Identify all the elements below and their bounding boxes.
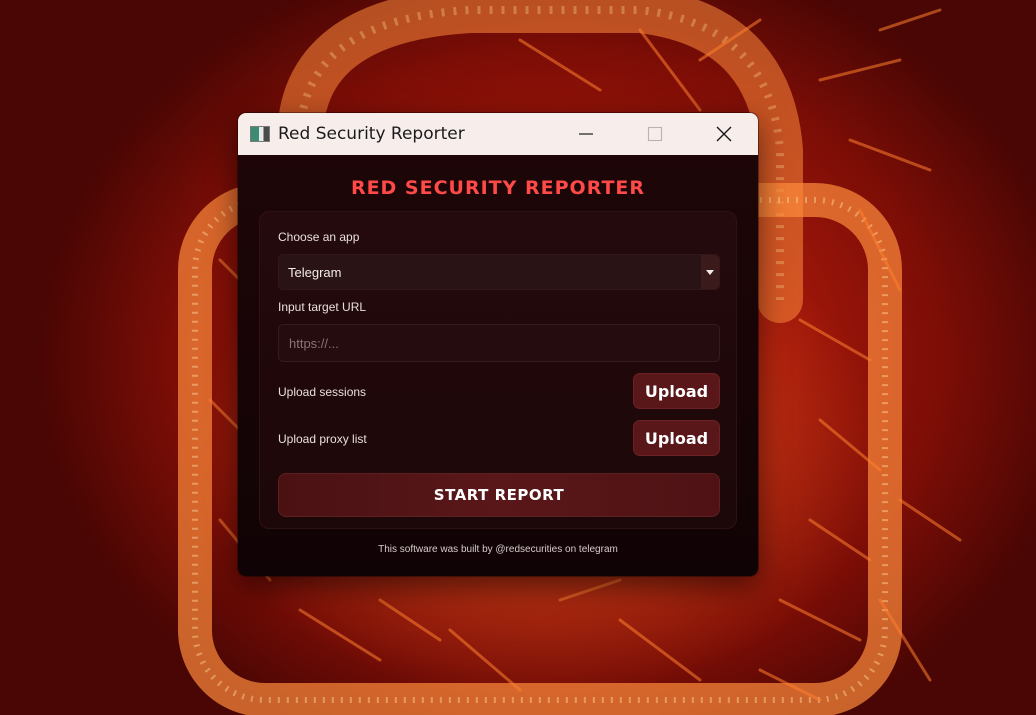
app-window-icon xyxy=(250,126,270,142)
choose-app-label: Choose an app xyxy=(278,230,360,244)
target-url-input[interactable] xyxy=(278,324,720,362)
close-icon xyxy=(716,126,731,142)
upload-proxy-button[interactable]: Upload xyxy=(633,420,720,456)
desktop-background: Red Security Reporter RED SECURITY REPOR… xyxy=(0,0,1036,715)
target-url-label: Input target URL xyxy=(278,300,367,314)
app-select[interactable]: Telegram xyxy=(278,254,720,290)
window-content: RED SECURITY REPORTER Choose an app Tele… xyxy=(238,155,758,576)
close-button[interactable] xyxy=(689,113,758,155)
window-controls xyxy=(551,113,758,155)
app-window: Red Security Reporter RED SECURITY REPOR… xyxy=(238,113,758,576)
minimize-button[interactable] xyxy=(551,113,620,155)
app-select-value: Telegram xyxy=(288,264,342,280)
upload-sessions-button[interactable]: Upload xyxy=(633,373,720,409)
upload-proxy-label: Upload proxy list xyxy=(278,432,367,446)
caret-down-icon xyxy=(706,269,714,275)
start-report-button[interactable]: START REPORT xyxy=(278,473,720,517)
footer-credit: This software was built by @redsecuritie… xyxy=(378,544,618,555)
maximize-button[interactable] xyxy=(620,113,689,155)
maximize-icon xyxy=(647,126,662,142)
title-bar[interactable]: Red Security Reporter xyxy=(238,113,758,155)
window-title: Red Security Reporter xyxy=(278,124,465,144)
upload-sessions-label: Upload sessions xyxy=(278,385,367,399)
form-panel: Choose an app Telegram Input target URL … xyxy=(259,211,737,529)
app-heading: RED SECURITY REPORTER xyxy=(350,177,646,199)
minimize-icon xyxy=(578,133,593,135)
dropdown-arrow-icon[interactable] xyxy=(701,255,719,289)
